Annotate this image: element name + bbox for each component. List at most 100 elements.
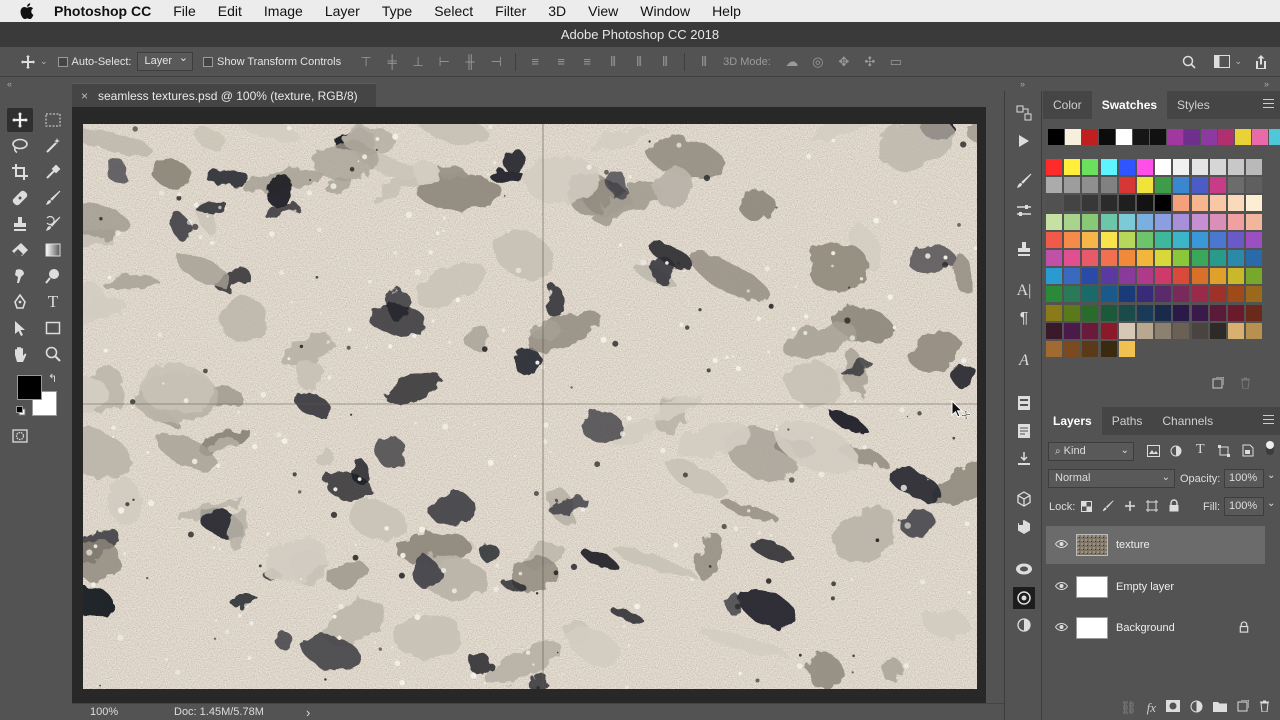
swatch[interactable] [1173, 159, 1190, 175]
workspace-dropdown-icon[interactable]: ⌄ [1234, 56, 1242, 67]
tab-layers[interactable]: Layers [1043, 407, 1102, 435]
tab-color[interactable]: Color [1043, 91, 1092, 119]
actions-panel-icon[interactable] [1014, 131, 1034, 151]
zoom-tool-icon[interactable] [40, 342, 66, 366]
opacity-input[interactable]: 100% [1224, 469, 1264, 488]
filter-shape-icon[interactable] [1218, 445, 1230, 460]
swatch[interactable] [1137, 159, 1153, 175]
new-group-icon[interactable] [1213, 700, 1227, 715]
foreground-color-swatch[interactable] [17, 375, 42, 400]
swatch[interactable] [1246, 268, 1263, 285]
swatch[interactable] [1191, 286, 1208, 303]
distribute-left-icon[interactable]: ⦀ [606, 54, 620, 69]
history-brush-tool-icon[interactable] [40, 212, 66, 236]
swatch[interactable] [1064, 195, 1081, 212]
preset-dropdown-icon[interactable]: ⌄ [40, 56, 48, 67]
properties-panel-icon[interactable] [1014, 393, 1034, 413]
swatch[interactable] [1100, 195, 1117, 212]
swatch[interactable] [1173, 304, 1190, 321]
visibility-eye-icon[interactable] [1054, 539, 1068, 551]
swatch[interactable] [1228, 177, 1244, 194]
filter-pixel-icon[interactable] [1147, 445, 1160, 460]
swatch[interactable] [1173, 177, 1190, 194]
filter-smart-object-icon[interactable] [1242, 444, 1254, 460]
eyedropper-tool-icon[interactable] [40, 160, 66, 184]
swatch[interactable] [1173, 268, 1190, 285]
3d-panel-icon[interactable] [1014, 489, 1034, 509]
swatch[interactable] [1209, 304, 1226, 321]
delete-swatch-icon[interactable] [1240, 377, 1251, 392]
swatch[interactable] [1064, 231, 1081, 248]
glyphs-panel-icon[interactable]: A [1014, 351, 1034, 371]
clone-source-icon[interactable] [1014, 239, 1034, 259]
swatch[interactable] [1118, 159, 1135, 175]
swatch[interactable] [1246, 304, 1263, 321]
swatch[interactable] [1191, 159, 1208, 175]
menu-help[interactable]: Help [712, 3, 741, 19]
swatch[interactable] [1100, 286, 1117, 303]
swatch-recent[interactable] [1252, 129, 1268, 145]
tab-paths[interactable]: Paths [1102, 407, 1153, 435]
lock-image-icon[interactable] [1102, 500, 1114, 515]
swatch[interactable] [1118, 195, 1135, 212]
color-lookup-icon[interactable] [1014, 615, 1034, 635]
lock-all-icon[interactable] [1169, 499, 1179, 515]
document-canvas[interactable] [83, 124, 977, 689]
swatch[interactable] [1155, 213, 1172, 230]
filter-adjustment-icon[interactable] [1170, 445, 1182, 460]
swatch[interactable] [1137, 322, 1153, 339]
swatch[interactable] [1064, 159, 1081, 175]
swatch[interactable] [1118, 322, 1135, 339]
libraries-panel-icon[interactable] [1014, 559, 1034, 579]
swatch[interactable] [1100, 250, 1117, 266]
menu-edit[interactable]: Edit [218, 3, 242, 19]
swatch-recent[interactable] [1099, 129, 1115, 145]
swatch[interactable] [1246, 286, 1263, 303]
swatch[interactable] [1155, 195, 1172, 212]
swatch[interactable] [1064, 304, 1081, 321]
align-right-icon[interactable]: ⊣ [489, 54, 503, 69]
swatch[interactable] [1246, 231, 1263, 248]
align-top-icon[interactable]: ⊤ [359, 54, 373, 69]
default-colors-icon[interactable] [16, 405, 26, 416]
app-menu[interactable]: Photoshop CC [54, 3, 151, 19]
swatch[interactable] [1082, 341, 1099, 357]
swatch[interactable] [1209, 231, 1226, 248]
distribute-vcenter-icon[interactable]: ≡ [554, 54, 568, 69]
swatch[interactable] [1118, 231, 1135, 248]
swatch[interactable] [1064, 286, 1081, 303]
type-tool-icon[interactable]: T [40, 290, 66, 314]
character-panel-icon[interactable]: A| [1014, 281, 1034, 301]
swatch[interactable] [1228, 213, 1244, 230]
swatch-recent[interactable] [1082, 129, 1098, 145]
swatch[interactable] [1137, 268, 1153, 285]
clone-stamp-tool-icon[interactable] [7, 212, 33, 236]
lock-transparent-icon[interactable] [1081, 501, 1092, 515]
swatch[interactable] [1082, 159, 1099, 175]
swatch[interactable] [1228, 304, 1244, 321]
swatch[interactable] [1137, 195, 1153, 212]
swatch[interactable] [1191, 231, 1208, 248]
swatch[interactable] [1082, 304, 1099, 321]
apple-icon[interactable] [20, 3, 38, 19]
menu-image[interactable]: Image [264, 3, 303, 19]
lock-artboard-icon[interactable] [1146, 500, 1158, 515]
layers-menu-icon[interactable] [1263, 415, 1274, 424]
swatch[interactable] [1155, 231, 1172, 248]
distribute-hcenter-icon[interactable]: ⦀ [632, 54, 646, 69]
fill-dropdown-icon[interactable]: ⌄ [1267, 498, 1275, 509]
swatch[interactable] [1046, 231, 1062, 248]
paragraph-panel-icon[interactable]: ¶ [1014, 309, 1034, 329]
swatch[interactable] [1191, 213, 1208, 230]
swatch[interactable] [1209, 159, 1226, 175]
swatch-recent[interactable] [1218, 129, 1234, 145]
swatch-recent[interactable] [1116, 129, 1132, 145]
swatch[interactable] [1155, 286, 1172, 303]
swatch[interactable] [1082, 286, 1099, 303]
align-hcenter-icon[interactable]: ╫ [463, 54, 477, 69]
smudge-tool-icon[interactable] [7, 264, 33, 288]
layer-row-background[interactable]: Background [1046, 609, 1265, 647]
swatch[interactable] [1118, 250, 1135, 266]
swatch[interactable] [1100, 159, 1117, 175]
scale-3d-icon[interactable]: ▭ [889, 54, 903, 69]
